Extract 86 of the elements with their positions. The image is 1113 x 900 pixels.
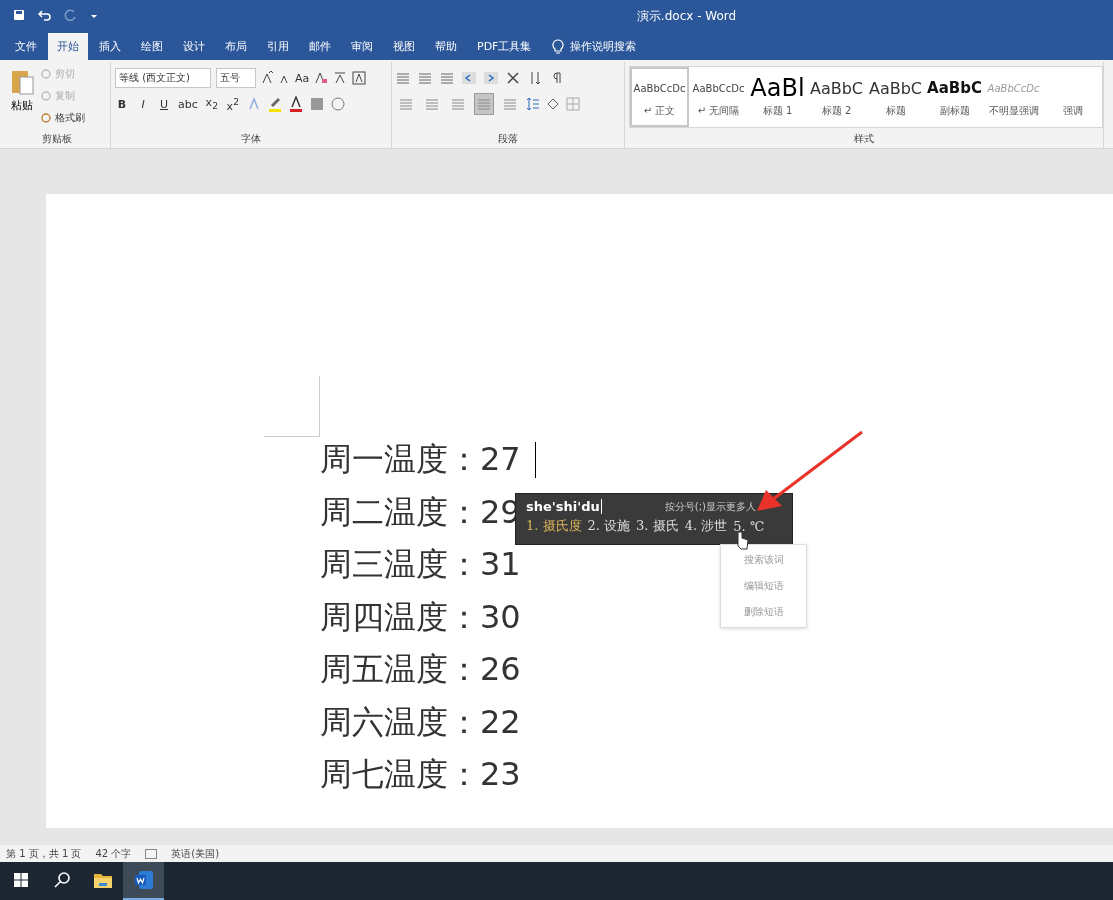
style-item[interactable]: AaBl 标题 1: [748, 67, 807, 127]
status-text: 英语(美国): [171, 846, 220, 861]
clear-format-icon[interactable]: [314, 71, 329, 85]
ribbon-tab[interactable]: 审阅: [342, 33, 382, 60]
group-title: 段落: [497, 132, 519, 146]
decrease-indent-icon[interactable]: [462, 71, 476, 85]
ribbon-tab[interactable]: 开始: [48, 33, 88, 60]
increase-indent-icon[interactable]: [484, 71, 498, 85]
style-item[interactable]: AaBbC 副标题: [925, 67, 984, 127]
line-spacing-icon[interactable]: [526, 97, 540, 111]
format-button[interactable]: x$_{2}$: [204, 96, 219, 112]
style-item[interactable]: AaBbCcDc ↵ 正文: [630, 67, 689, 127]
align-lines-icon: [478, 98, 490, 110]
ribbon-tab[interactable]: 引用: [258, 33, 298, 60]
paste-button[interactable]: 粘贴: [11, 98, 33, 113]
ime-composition: she'shi'du: [526, 499, 602, 514]
ribbon-tab[interactable]: 帮助: [426, 33, 466, 60]
document-text: 周七温度：23: [320, 754, 521, 796]
font-color-icon[interactable]: [288, 96, 303, 112]
document-text: 周五温度：26: [320, 649, 521, 691]
style-item[interactable]: AaBbC 标题: [866, 67, 925, 127]
document-text: 周一温度：27: [320, 439, 521, 481]
status-text: 42 个字: [95, 846, 132, 861]
paste-clipboard-icon[interactable]: [10, 68, 34, 96]
clipboard-button[interactable]: 格式刷: [55, 111, 85, 125]
lightbulb-icon[interactable]: [552, 38, 565, 55]
style-item[interactable]: AaBbCcDc ↵ 无间隔: [689, 67, 748, 127]
font-size-field[interactable]: 五号: [216, 68, 256, 88]
word-app-icon[interactable]: [133, 870, 154, 890]
multilevel-list-icon[interactable]: [440, 71, 454, 85]
style-item[interactable]: 强调: [1043, 67, 1102, 127]
ime-hint: 按分号(;)显示更多人: [664, 499, 756, 514]
save-icon[interactable]: [12, 8, 26, 22]
ribbon-tab[interactable]: 插入: [90, 33, 130, 60]
ribbon-tab[interactable]: PDF工具集: [468, 33, 541, 60]
ime-candidate[interactable]: 2. 设施: [587, 517, 631, 535]
style-item[interactable]: AaBbC 标题 2: [807, 67, 866, 127]
format-button[interactable]: abc: [178, 97, 198, 111]
page-corner-mark: [264, 376, 320, 437]
document-text: 周六温度：22: [320, 701, 521, 743]
sort-icon[interactable]: [528, 71, 542, 85]
font-name-field[interactable]: 等线 (西文正文): [115, 68, 211, 88]
search-icon[interactable]: [52, 871, 71, 889]
format-button[interactable]: B: [115, 97, 129, 111]
window-title: 演示.docx - Word: [636, 8, 737, 25]
ime-candidate[interactable]: 1. 摄氏度: [526, 517, 582, 535]
format-button[interactable]: U: [157, 97, 171, 111]
show-formatting-icon[interactable]: [550, 71, 564, 85]
ribbon-tab[interactable]: 设计: [174, 33, 214, 60]
ime-candidate[interactable]: 5. ℃: [733, 518, 765, 534]
status-text: 第 1 页，共 1 页: [6, 846, 82, 861]
folder-icon[interactable]: [92, 871, 113, 889]
change-case-button[interactable]: Aa: [295, 71, 310, 85]
windows-logo-icon[interactable]: [12, 872, 29, 888]
proofing-icon[interactable]: [145, 848, 158, 859]
align-lines-icon: [426, 98, 438, 110]
ribbon-tab[interactable]: 布局: [216, 33, 256, 60]
enclose-character-icon[interactable]: [330, 97, 345, 111]
document-text: 周四温度：30: [320, 596, 521, 638]
group-title: 剪贴板: [41, 132, 73, 146]
ribbon-tab[interactable]: 文件: [6, 33, 46, 60]
character-shading-icon[interactable]: [309, 97, 324, 111]
align-lines-icon: [452, 98, 464, 110]
ribbon-tab[interactable]: 邮件: [300, 33, 340, 60]
format-button[interactable]: x$^{2}$: [225, 95, 240, 113]
text-cursor: [534, 442, 536, 479]
highlighter-icon[interactable]: [267, 96, 282, 112]
document-text: 周三温度：31: [320, 544, 521, 586]
format-button[interactable]: I: [136, 97, 150, 111]
ribbon-tab[interactable]: 绘图: [132, 33, 172, 60]
group-title: 样式: [853, 132, 875, 146]
redo-icon: [64, 8, 78, 22]
phonetic-guide-icon[interactable]: [333, 71, 348, 85]
align-lines-icon: [400, 98, 412, 110]
search-field[interactable]: 操作说明搜索: [570, 39, 637, 54]
ime-candidate[interactable]: 4. 涉世: [684, 517, 728, 535]
undo-icon[interactable]: [38, 8, 52, 22]
ime-candidate[interactable]: 3. 摄氏: [636, 517, 679, 535]
asian-layout-icon[interactable]: [506, 71, 520, 85]
group-title: 字体: [240, 132, 262, 146]
shading-bucket-icon[interactable]: [546, 97, 560, 111]
grow-font-icon[interactable]: [261, 71, 273, 85]
ribbon-tab[interactable]: 视图: [384, 33, 424, 60]
style-item[interactable]: AaBbCcDc 不明显强调: [984, 67, 1043, 127]
align-lines-icon: [504, 98, 516, 110]
character-border-icon[interactable]: [352, 71, 367, 85]
